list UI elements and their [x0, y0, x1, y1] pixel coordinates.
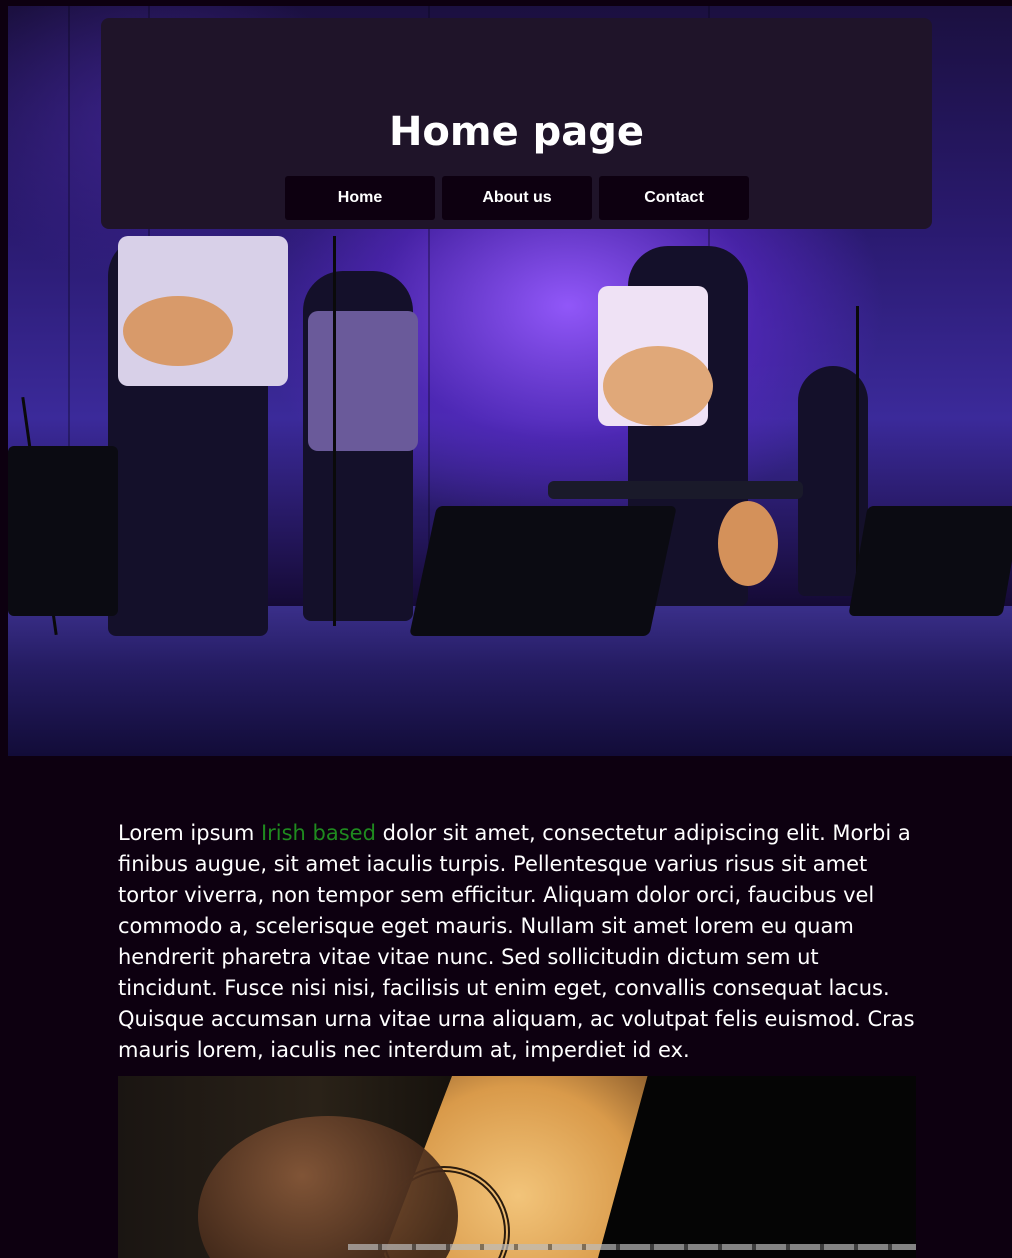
mic-stand	[333, 236, 336, 626]
nav-home-button[interactable]: Home	[285, 176, 435, 220]
page-title: Home page	[388, 109, 645, 155]
shadow-area	[598, 1076, 916, 1258]
guitar-closeup-image	[118, 1076, 916, 1258]
hand	[198, 1116, 458, 1258]
intro-paragraph: Lorem ipsum Irish based dolor sit amet, …	[118, 818, 918, 1066]
stage-monitor	[409, 506, 677, 636]
intro-text-rest: dolor sit amet, consectetur adipiscing e…	[118, 821, 915, 1062]
keyboard	[548, 481, 803, 499]
bass-guitar	[123, 296, 233, 366]
spare-guitar	[718, 501, 778, 586]
header-panel: Home page Home About us Contact	[101, 18, 932, 229]
intro-text-start: Lorem ipsum	[118, 821, 261, 845]
saxophonist-shirt	[308, 311, 418, 451]
guitar-strings	[348, 1244, 916, 1250]
amp-speaker	[8, 446, 118, 616]
stage-monitor	[848, 506, 1012, 616]
nav-contact-button[interactable]: Contact	[599, 176, 749, 220]
irish-based-highlight: Irish based	[260, 821, 376, 845]
acoustic-guitar	[603, 346, 713, 426]
main-nav: Home About us Contact	[285, 176, 749, 220]
nav-about-button[interactable]: About us	[442, 176, 592, 220]
page: Home page Home About us Contact Lorem ip…	[0, 0, 1012, 1258]
